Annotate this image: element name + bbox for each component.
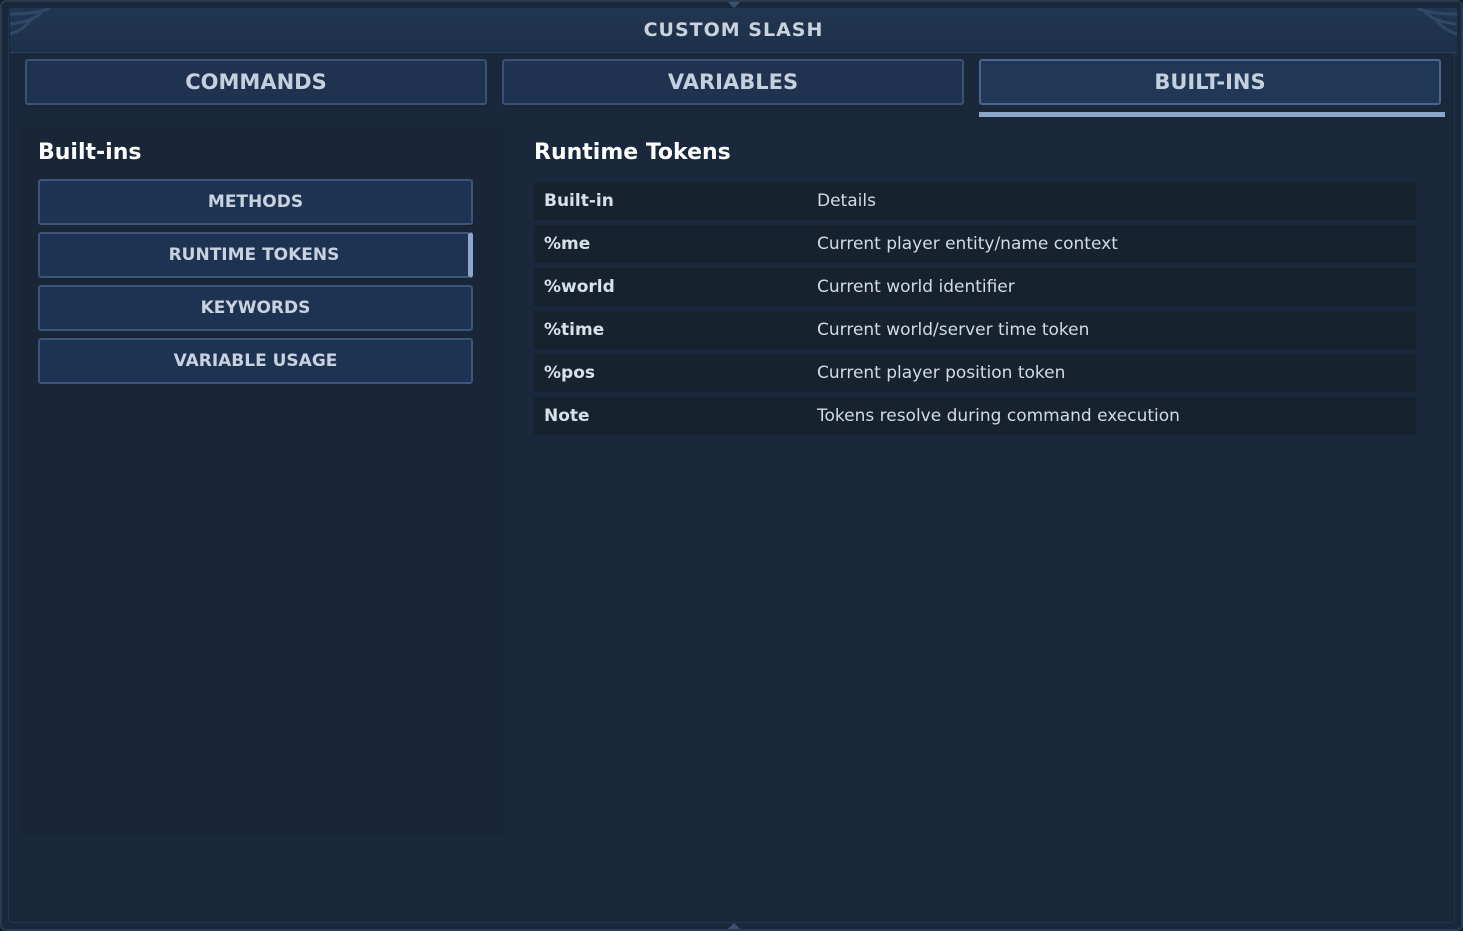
token-details: Current player entity/name context: [817, 234, 1118, 254]
token-details: Current world identifier: [817, 277, 1015, 297]
token-details: Current world/server time token: [817, 320, 1090, 340]
custom-slash-window: CUSTOM SLASH COMMANDS VARIABLES BUILT-IN…: [0, 0, 1463, 931]
table-row: %pos Current player position token: [534, 354, 1416, 392]
token-name: %world: [544, 277, 615, 297]
token-name: %time: [544, 320, 605, 340]
content-heading: Runtime Tokens: [534, 140, 731, 165]
header-built-in: Built-in: [544, 191, 614, 211]
token-name: %me: [544, 234, 591, 254]
tab-bar: COMMANDS VARIABLES BUILT-INS: [25, 59, 1445, 119]
table-row: %world Current world identifier: [534, 268, 1416, 306]
sidebar-item-variable-usage[interactable]: VARIABLE USAGE: [38, 338, 473, 384]
bottom-notch-icon: [726, 922, 742, 929]
token-details: Current player position token: [817, 363, 1066, 383]
title-bar: CUSTOM SLASH: [10, 8, 1457, 53]
sidebar-item-methods[interactable]: METHODS: [38, 179, 473, 225]
tab-commands[interactable]: COMMANDS: [25, 59, 487, 105]
sidebar-heading: Built-ins: [38, 140, 142, 165]
corner-ornament-icon: [1416, 8, 1457, 36]
top-notch-icon: [726, 2, 742, 9]
sidebar-item-runtime-tokens[interactable]: RUNTIME TOKENS: [38, 232, 473, 278]
tab-built-ins[interactable]: BUILT-INS: [979, 59, 1441, 105]
table-header-row: Built-in Details: [534, 182, 1416, 220]
sidebar-item-keywords[interactable]: KEYWORDS: [38, 285, 473, 331]
table-row: Note Tokens resolve during command execu…: [534, 397, 1416, 435]
token-name: %pos: [544, 363, 595, 383]
sidebar: Built-ins METHODS RUNTIME TOKENS KEYWORD…: [20, 126, 504, 836]
header-details: Details: [817, 191, 876, 211]
token-details: Tokens resolve during command execution: [817, 406, 1180, 426]
active-tab-indicator: [979, 112, 1445, 117]
window-title: CUSTOM SLASH: [643, 19, 824, 41]
tokens-table: Built-in Details %me Current player enti…: [534, 182, 1416, 440]
table-row: %time Current world/server time token: [534, 311, 1416, 349]
token-name: Note: [544, 406, 590, 426]
table-row: %me Current player entity/name context: [534, 225, 1416, 263]
corner-ornament-icon: [10, 8, 51, 36]
tab-variables[interactable]: VARIABLES: [502, 59, 964, 105]
content-panel: Runtime Tokens Built-in Details %me Curr…: [518, 126, 1443, 836]
